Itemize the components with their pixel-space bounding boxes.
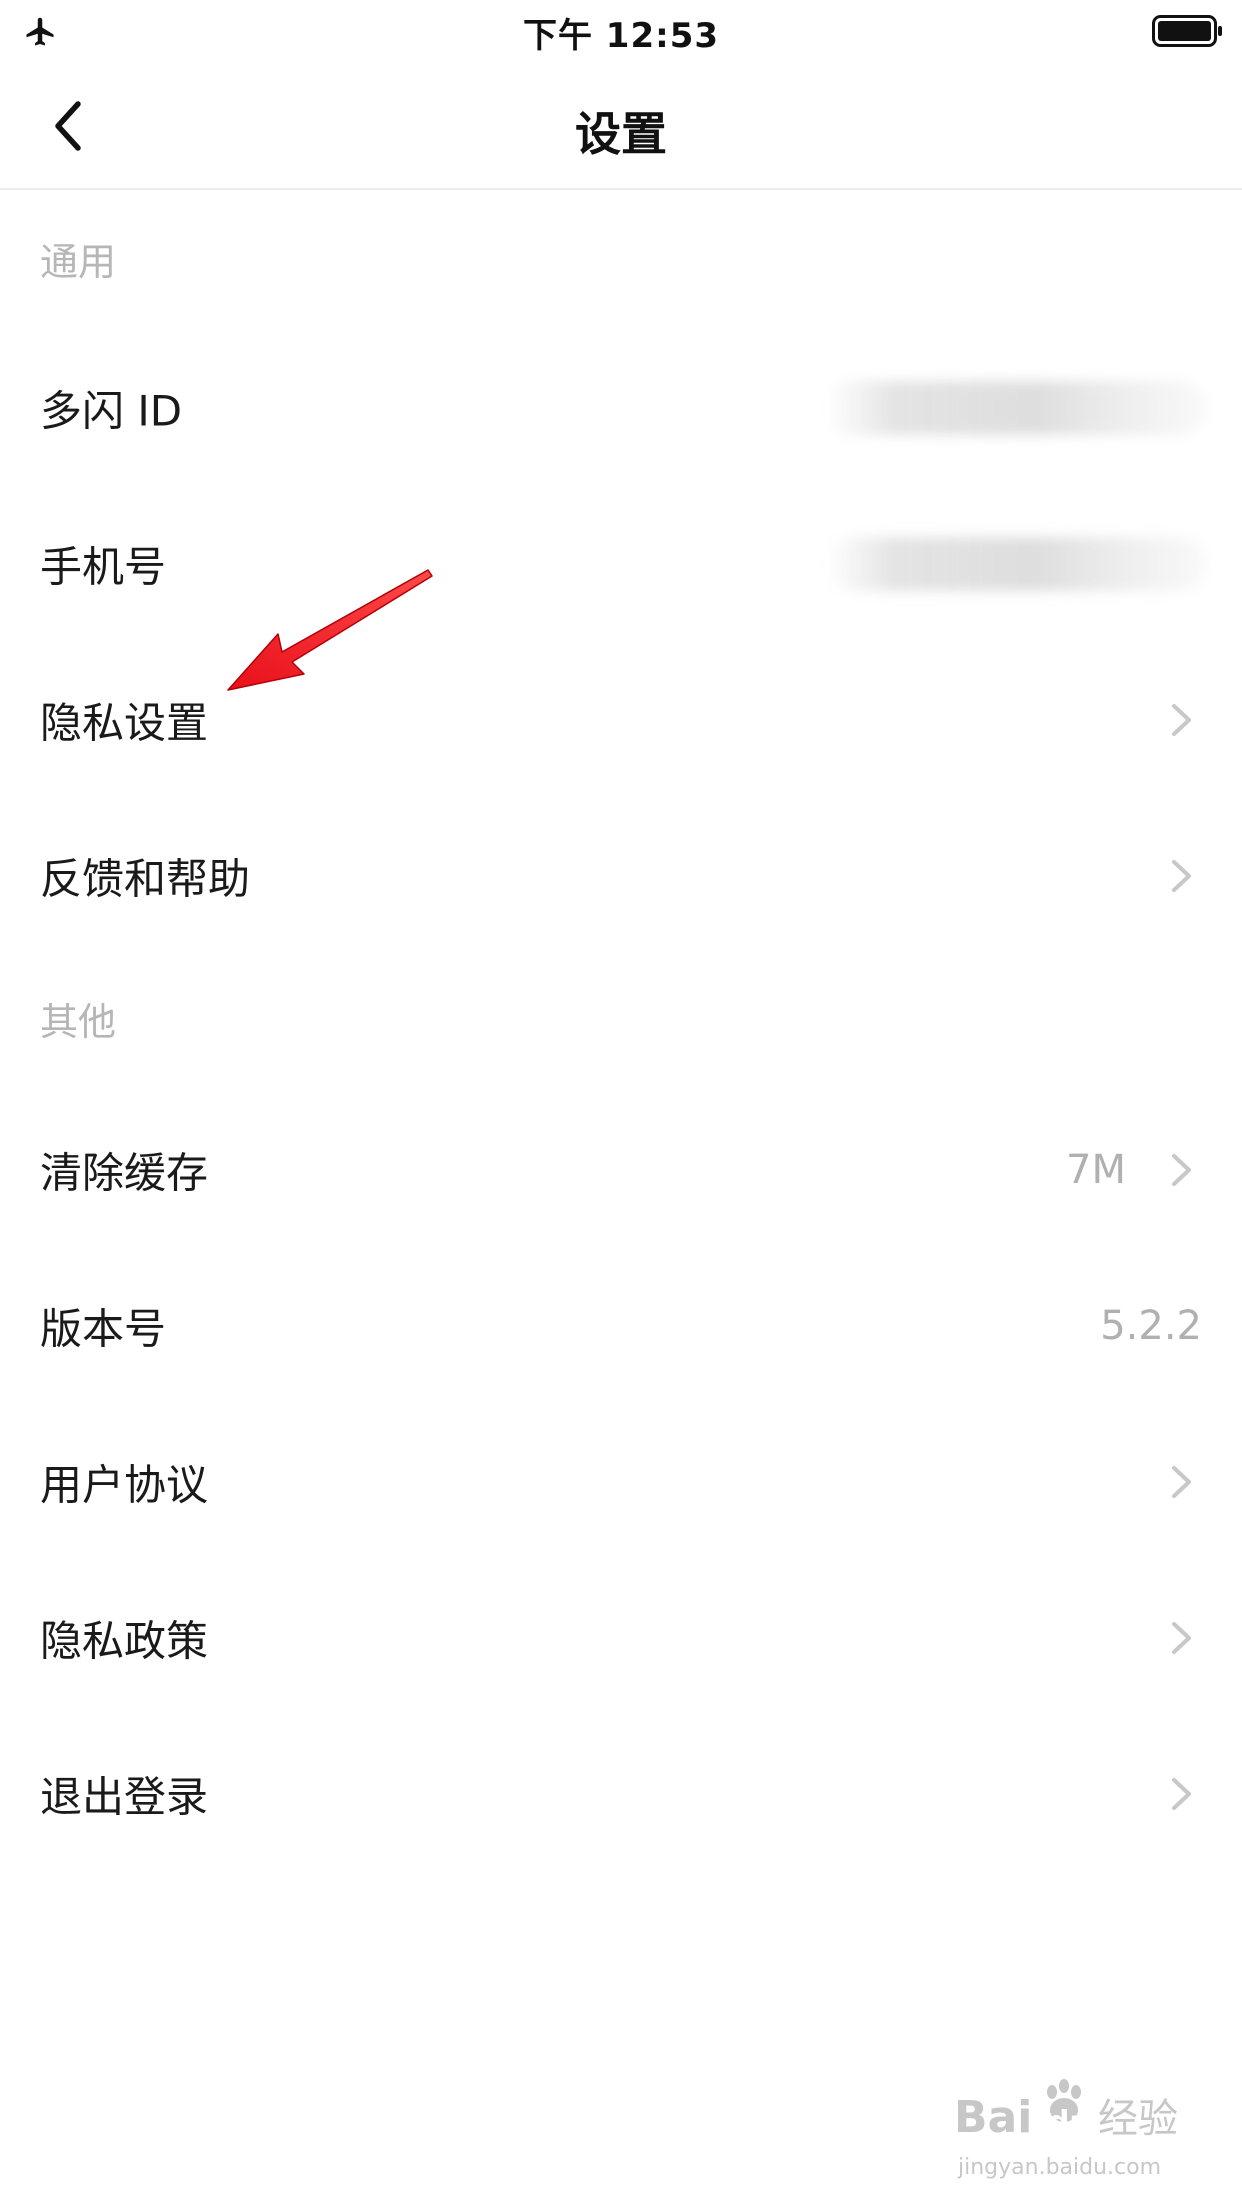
chevron-right-icon xyxy=(1172,860,1191,892)
chevron-right-icon xyxy=(1172,1622,1191,1654)
row-version: 版本号 5.2.2 xyxy=(0,1248,1242,1404)
svg-text:Bai: Bai xyxy=(954,2092,1032,2143)
row-label: 多闪 ID xyxy=(40,386,183,436)
row-label: 隐私设置 xyxy=(40,698,209,748)
redacted-value xyxy=(826,537,1206,591)
row-privacy-policy[interactable]: 隐私政策 xyxy=(0,1560,1242,1716)
cache-size-value: 7M xyxy=(1066,1147,1126,1193)
row-duoshan-id[interactable]: 多闪 ID xyxy=(0,330,1242,486)
section-header-general: 通用 xyxy=(40,240,117,284)
row-logout[interactable]: 退出登录 xyxy=(0,1716,1242,1872)
row-label: 手机号 xyxy=(40,542,167,592)
row-privacy-settings[interactable]: 隐私设置 xyxy=(0,642,1242,798)
chevron-right-icon xyxy=(1172,1154,1191,1186)
svg-text:du: du xyxy=(1048,2105,1091,2140)
svg-text:jingyan.baidu.com: jingyan.baidu.com xyxy=(957,2155,1161,2180)
chevron-right-icon xyxy=(1172,704,1191,736)
baidu-jingyan-watermark: Bai du 经验 jingyan.baidu.com xyxy=(954,2079,1178,2180)
svg-text:经验: 经验 xyxy=(1098,2096,1178,2142)
page-title: 设置 xyxy=(575,107,667,161)
version-value: 5.2.2 xyxy=(1100,1303,1202,1349)
row-clear-cache[interactable]: 清除缓存 7M xyxy=(0,1092,1242,1248)
row-user-agreement[interactable]: 用户协议 xyxy=(0,1404,1242,1560)
row-label: 版本号 xyxy=(40,1304,167,1354)
row-feedback-help[interactable]: 反馈和帮助 xyxy=(0,798,1242,954)
row-label: 隐私政策 xyxy=(40,1616,209,1666)
redacted-value xyxy=(826,381,1206,435)
status-bar: 下午 12:53 xyxy=(0,0,1242,62)
annotation-arrow-icon xyxy=(227,569,433,691)
status-time: 下午 12:53 xyxy=(522,16,720,56)
row-label: 退出登录 xyxy=(40,1772,209,1822)
section-header-other: 其他 xyxy=(40,1000,117,1044)
row-label: 清除缓存 xyxy=(40,1148,209,1198)
battery-icon xyxy=(1152,15,1222,47)
row-label: 用户协议 xyxy=(40,1460,209,1510)
row-label: 反馈和帮助 xyxy=(40,854,251,904)
chevron-right-icon xyxy=(1172,1466,1191,1498)
nav-bar: 设置 xyxy=(0,62,1242,190)
chevron-right-icon xyxy=(1172,1778,1191,1810)
row-phone-number[interactable]: 手机号 xyxy=(0,486,1242,642)
